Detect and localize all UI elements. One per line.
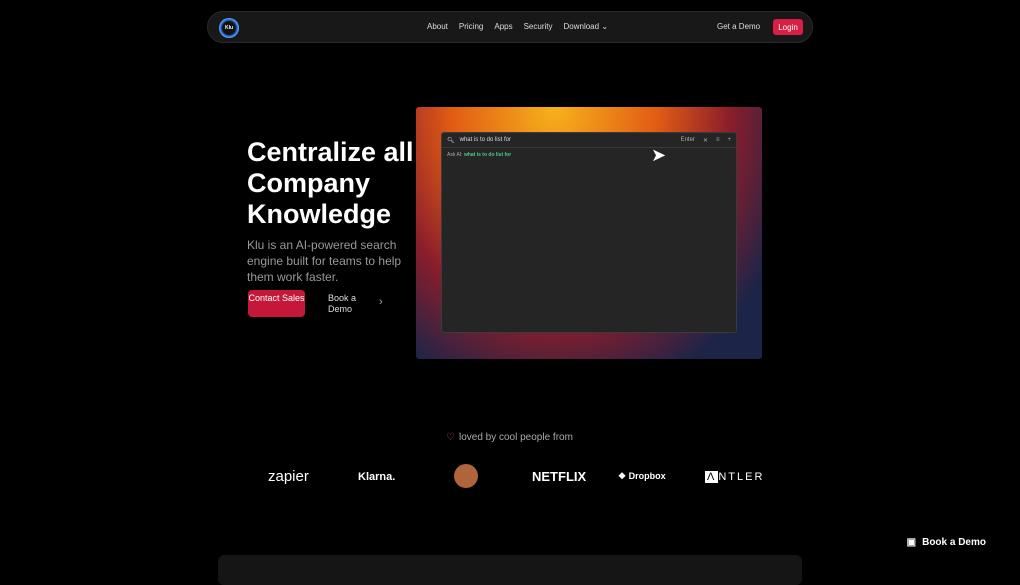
loved-text: loved by cool people from [458,432,573,443]
app-window: 🔍︎ what is to do list for Enter ✕ ≡ + Ask A… [441,132,737,333]
cursor-icon: ➤ [651,145,667,165]
plus-icon[interactable]: + [727,137,731,144]
netflix-logo: NETFLIX [532,469,587,484]
dropbox-label: Dropbox [628,471,666,481]
search-bar[interactable]: 🔍︎ what is to do list for Enter ✕ ≡ + [442,133,736,148]
hero-title: Centralize all Company Knowledge [247,137,414,229]
zapier-logo: zapier [268,468,309,485]
loved-by: ♡ loved by cool people from [446,432,577,443]
chevron-down-icon: ⌄ [601,22,609,31]
hero-image: 🔍︎ what is to do list for Enter ✕ ≡ + Ask A… [416,107,762,359]
login-button[interactable]: Login [773,19,803,35]
ask-ai-row[interactable]: Ask AI: what is to do list for [442,148,736,162]
klu-logo[interactable]: Klu [219,18,239,38]
get-demo-link[interactable]: Get a Demo [717,22,760,31]
search-query: what is to do list for [459,137,511,143]
nav-about[interactable]: About [427,22,448,31]
mascot-logo [454,464,478,488]
nav-download-label: Download [563,22,600,31]
next-section [218,555,802,585]
antler-logo: Λ NTLER [705,471,765,483]
search-icon: 🔍︎ [447,137,455,144]
dropbox-logo: ❖ Dropbox [618,471,666,481]
nav-security[interactable]: Security [524,22,553,31]
enter-key: Enter [680,136,695,143]
nav-download[interactable]: Download ⌄ [564,22,609,31]
chevron-right-icon: › [379,296,383,308]
filter-icon[interactable]: ≡ [716,137,720,144]
book-demo-link[interactable]: Book a Demo [328,293,368,315]
ask-ai-label: Ask AI: [447,152,463,158]
ask-ai-query: what is to do list for [463,152,512,158]
heart-icon: ♡ [446,432,455,443]
hero-subtitle: Klu is an AI-powered search engine built… [247,238,402,284]
contact-sales-button[interactable]: Contact Sales [248,290,305,317]
navbar: Klu About Pricing Apps Security Download… [207,11,813,43]
floating-label: Book a Demo [922,537,986,548]
close-icon[interactable]: ✕ [703,137,708,144]
klarna-logo: Klarna. [358,471,396,483]
floating-book-demo-button[interactable]: ▣ Book a Demo [907,537,986,548]
antler-label: NTLER [718,471,765,483]
nav-apps[interactable]: Apps [494,22,512,31]
calendar-icon: ▣ [906,537,917,548]
nav-pricing[interactable]: Pricing [459,22,483,31]
